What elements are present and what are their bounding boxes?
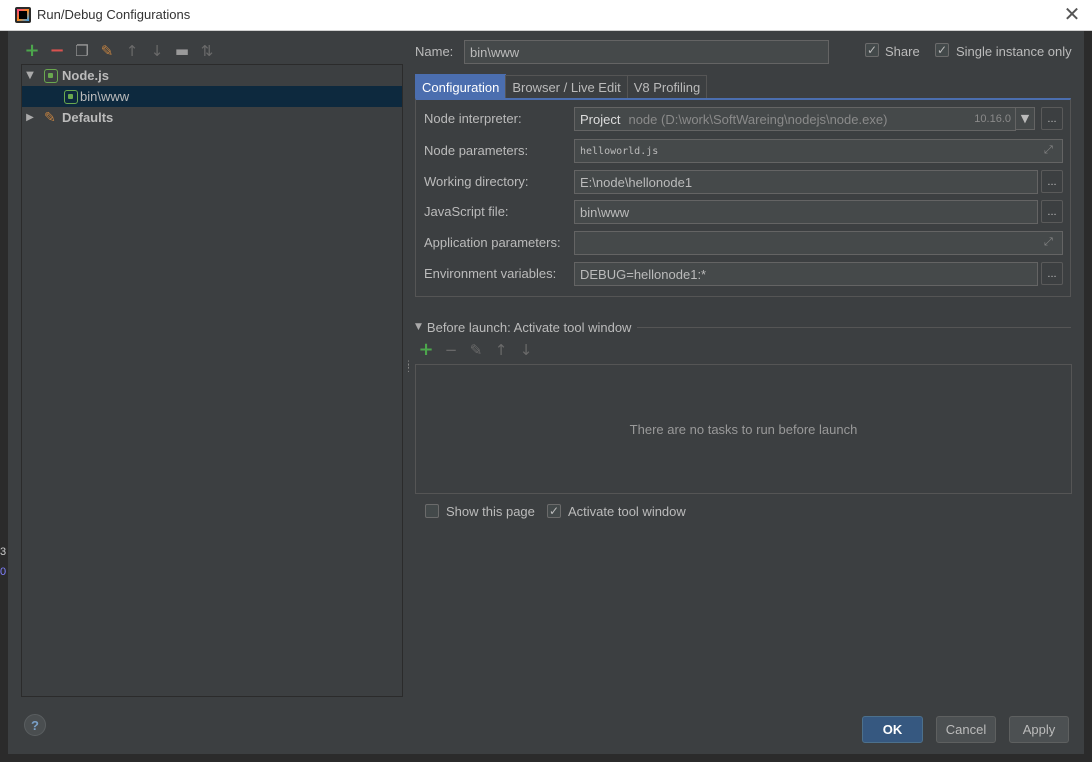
config-tree: ▼ Node.js bin\www ▶ ✎ Defaults [21,64,403,697]
tree-item-label: Node.js [62,68,109,83]
expand-icon[interactable]: ⤢ [1044,143,1053,157]
before-launch-task-list: There are no tasks to run before launch [415,364,1072,494]
activate-tool-window-checkbox[interactable]: ✓ [547,504,561,518]
environment-variables-field[interactable]: DEBUG=hellonode1:* [574,262,1038,286]
before-launch-header[interactable]: ▼ Before launch: Activate tool window [415,318,1071,336]
tree-item-label: Defaults [62,110,114,125]
share-label: Share [885,44,920,59]
node-parameters-label: Node parameters: [424,143,529,158]
collapse-arrow-icon[interactable]: ▼ [415,322,422,332]
move-down-icon[interactable]: ↓ [149,43,165,59]
add-icon[interactable]: + [24,42,40,60]
single-instance-checkbox[interactable]: ✓ [935,43,949,57]
interpreter-path: node (D:\work\SoftWareing\nodejs\node.ex… [628,111,888,127]
tree-item-nodejs[interactable]: ▼ Node.js [22,65,402,86]
section-divider [637,326,1071,328]
before-launch-toolbar: + − ✎ ↑ ↓ [418,341,534,359]
working-directory-label: Working directory: [424,174,529,189]
show-this-page-label: Show this page [446,504,535,519]
folder-icon[interactable]: ▬ [174,43,190,59]
title-bar: Run/Debug Configurations ✕ [0,0,1092,31]
help-icon[interactable]: ? [24,714,46,736]
node-interpreter-label: Node interpreter: [424,111,522,126]
background-digit: 3 [0,546,7,558]
background-edge [1084,31,1092,762]
interpreter-version: 10.16.0 [974,113,1011,125]
chevron-down-icon[interactable]: ▼ [1015,107,1035,130]
ok-button[interactable]: OK [862,716,923,743]
expand-arrow-icon[interactable]: ▼ [24,70,36,81]
nodejs-config-icon [64,89,78,104]
window-title: Run/Debug Configurations [37,7,191,22]
background-digit: 0 [0,566,7,578]
move-up-icon[interactable]: ↑ [493,342,509,358]
remove-task-icon[interactable]: − [443,342,459,358]
edit-defaults-icon[interactable]: ✎ [99,43,115,59]
environment-variables-label: Environment variables: [424,266,557,281]
config-toolbar: + − ❐ ✎ ↑ ↓ ▬ ⇅ [24,40,215,62]
application-parameters-field[interactable] [574,231,1063,255]
browse-interpreter-button[interactable]: ... [1041,107,1063,130]
nodejs-icon [44,68,58,83]
splitter-handle[interactable]: ⋮⋮ [404,360,413,376]
tab-browser-live-edit[interactable]: Browser / Live Edit [505,75,628,99]
browse-javascript-file-button[interactable]: ... [1041,200,1063,223]
show-this-page-checkbox[interactable] [425,504,439,518]
name-label: Name: [415,44,454,59]
expand-icon[interactable]: ⤢ [1044,235,1053,249]
activate-tool-window-label: Activate tool window [568,504,686,519]
tree-item-defaults[interactable]: ▶ ✎ Defaults [22,107,402,128]
javascript-file-label: JavaScript file: [424,204,509,219]
wrench-icon: ✎ [44,109,56,126]
name-field[interactable]: bin\www [464,40,829,64]
close-icon[interactable]: ✕ [1062,4,1082,24]
cancel-button[interactable]: Cancel [936,716,996,743]
tree-item-label: bin\www [80,89,130,104]
remove-icon[interactable]: − [49,42,65,60]
edit-environment-variables-button[interactable]: ... [1041,262,1063,285]
collapse-arrow-icon[interactable]: ▶ [24,112,36,123]
tab-v8-profiling[interactable]: V8 Profiling [626,75,708,99]
app-icon [15,7,31,23]
node-parameters-field[interactable]: helloworld.js [574,139,1063,163]
move-down-icon[interactable]: ↓ [518,342,534,358]
config-tabs: Configuration Browser / Live Edit V8 Pro… [415,74,708,99]
tree-item-bin-www[interactable]: bin\www [22,86,402,107]
interpreter-prefix: Project [580,111,621,127]
application-parameters-label: Application parameters: [424,235,561,250]
share-checkbox[interactable]: ✓ [865,43,879,57]
working-directory-field[interactable]: E:\node\hellonode1 [574,170,1038,194]
before-launch-title: Before launch: Activate tool window [426,319,632,335]
apply-button[interactable]: Apply [1009,716,1069,743]
javascript-file-field[interactable]: bin\www [574,200,1038,224]
empty-tasks-text: There are no tasks to run before launch [629,421,858,437]
node-interpreter-combo[interactable]: Project node (D:\work\SoftWareing\nodejs… [574,107,1016,131]
copy-icon[interactable]: ❐ [74,43,90,59]
edit-task-icon[interactable]: ✎ [468,342,484,358]
background-edge [0,754,1092,762]
browse-working-directory-button[interactable]: ... [1041,170,1063,193]
sort-icon[interactable]: ⇅ [199,43,215,59]
single-instance-label: Single instance only [956,44,1072,59]
add-task-icon[interactable]: + [418,341,434,359]
move-up-icon[interactable]: ↑ [124,43,140,59]
tab-configuration[interactable]: Configuration [415,74,507,99]
